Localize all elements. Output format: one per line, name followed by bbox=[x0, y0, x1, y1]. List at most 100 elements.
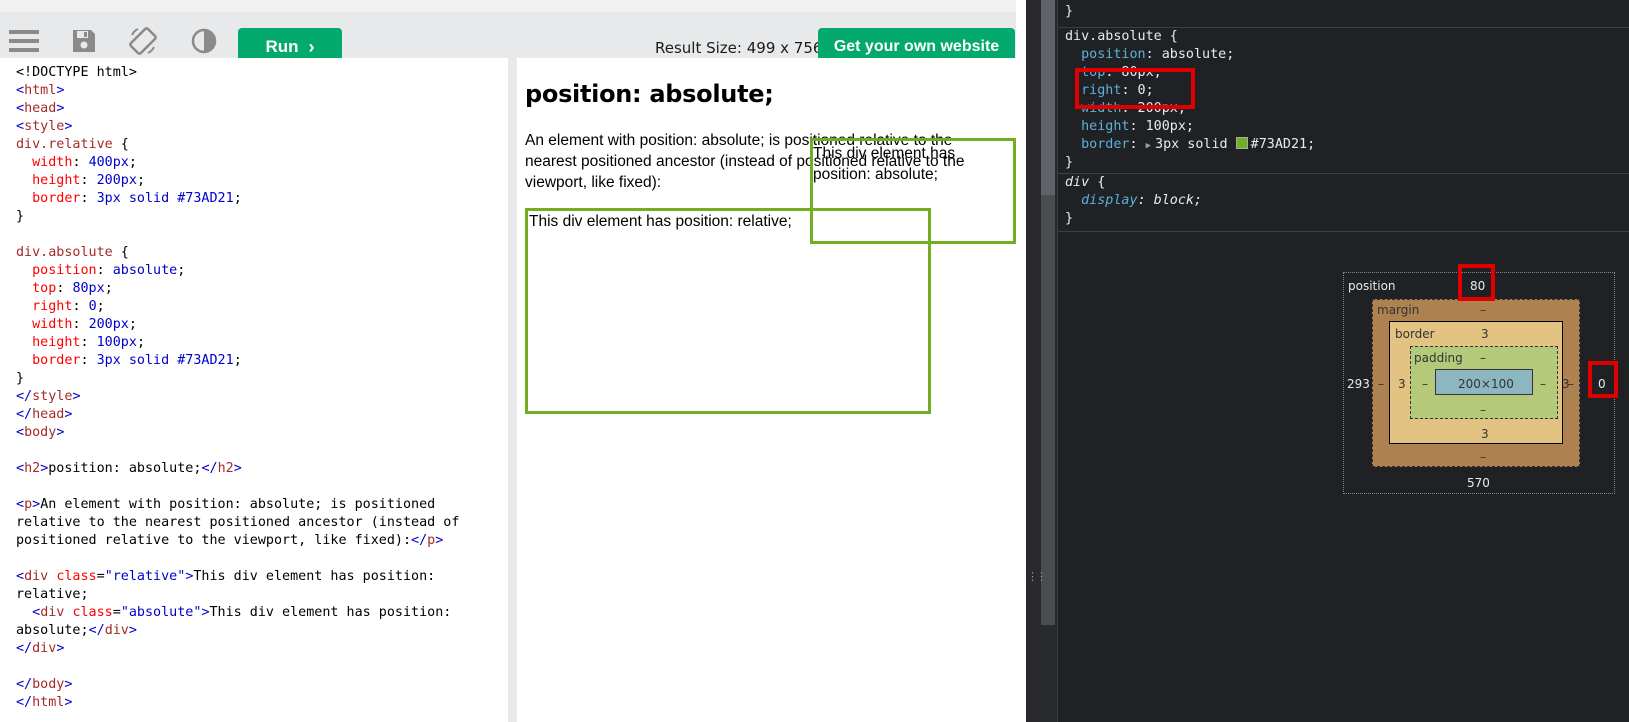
bm-border-bottom[interactable]: 3 bbox=[1481, 427, 1489, 441]
bm-border-right[interactable]: 3 bbox=[1562, 377, 1570, 391]
rotate-icon[interactable] bbox=[126, 24, 160, 58]
style-token: } bbox=[1065, 211, 1074, 226]
bm-padding-right[interactable]: – bbox=[1540, 377, 1546, 391]
code-line: positioned relative to the viewport, lik… bbox=[16, 532, 459, 550]
code-token: </ bbox=[16, 407, 33, 422]
style-rule-line[interactable]: } bbox=[1058, 0, 1629, 28]
code-line: <head> bbox=[16, 100, 459, 118]
code-token: > bbox=[201, 605, 210, 620]
drag-handle-icon[interactable]: ⋮⋮ bbox=[1027, 570, 1047, 583]
save-icon[interactable] bbox=[67, 24, 101, 58]
code-token: </ bbox=[16, 677, 33, 692]
result-heading: position: absolute; bbox=[525, 80, 774, 108]
code-token: ; bbox=[233, 191, 242, 206]
expand-triangle-icon[interactable]: ▶ bbox=[1146, 141, 1151, 151]
bm-margin-left[interactable]: – bbox=[1378, 377, 1384, 391]
code-token: relative; bbox=[16, 587, 89, 602]
style-token: : absolute; bbox=[1145, 47, 1235, 62]
code-token: absolute; bbox=[16, 623, 89, 638]
bm-content-size[interactable]: 200×100 bbox=[1458, 377, 1514, 391]
code-token: style bbox=[24, 119, 65, 134]
code-token: ; bbox=[233, 353, 242, 368]
code-line: relative; bbox=[16, 586, 459, 604]
code-token: </ bbox=[201, 461, 218, 476]
bm-position-label: position bbox=[1348, 279, 1396, 293]
code-token: : bbox=[80, 173, 97, 188]
style-token: } bbox=[1065, 4, 1074, 19]
style-rule-line[interactable]: height: 100px; bbox=[1058, 118, 1629, 136]
style-token bbox=[1065, 137, 1081, 152]
code-token: } bbox=[16, 209, 25, 224]
code-token: 200px bbox=[88, 317, 129, 332]
code-line: </head> bbox=[16, 406, 459, 424]
chevron-right-icon: › bbox=[308, 36, 315, 57]
bm-padding-top[interactable]: – bbox=[1480, 351, 1486, 365]
code-line: </div> bbox=[16, 640, 459, 658]
code-token: < bbox=[16, 569, 25, 584]
code-line: position: absolute; bbox=[16, 262, 459, 280]
style-rule-line[interactable]: display: block; bbox=[1058, 192, 1629, 210]
code-token: 100px bbox=[96, 335, 137, 350]
bm-padding-left[interactable]: – bbox=[1422, 377, 1428, 391]
bm-position-left[interactable]: 293 bbox=[1347, 377, 1370, 391]
code-token: > bbox=[128, 623, 137, 638]
code-token: 80px bbox=[72, 281, 105, 296]
pane-resize-handle[interactable] bbox=[508, 58, 517, 722]
code-line: right: 0; bbox=[16, 298, 459, 316]
code-token: div.relative bbox=[16, 137, 113, 152]
style-token: } bbox=[1065, 155, 1074, 170]
code-line: height: 200px; bbox=[16, 172, 459, 190]
style-rule-line[interactable]: position: absolute; bbox=[1058, 46, 1629, 64]
code-token: 0 bbox=[88, 299, 97, 314]
bm-border-left[interactable]: 3 bbox=[1398, 377, 1406, 391]
code-token: : bbox=[96, 263, 113, 278]
bm-position-bottom[interactable]: 570 bbox=[1467, 476, 1490, 490]
code-token: div bbox=[32, 641, 57, 656]
menu-icon[interactable] bbox=[7, 24, 41, 58]
style-rule-line[interactable]: } bbox=[1058, 154, 1629, 174]
code-token: width bbox=[32, 317, 73, 332]
code-token: html bbox=[32, 695, 65, 710]
code-token: < bbox=[16, 461, 25, 476]
code-line: <div class="relative">This div element h… bbox=[16, 568, 459, 586]
code-token: <!DOCTYPE html> bbox=[16, 65, 137, 80]
bm-border-top[interactable]: 3 bbox=[1481, 327, 1489, 341]
style-rule-line[interactable]: div.absolute { bbox=[1058, 28, 1629, 46]
style-token: border bbox=[1081, 137, 1130, 152]
code-token: style bbox=[32, 389, 73, 404]
highlight-position-top bbox=[1458, 264, 1495, 301]
absolute-div-text: This div element has position: absolute; bbox=[813, 145, 956, 183]
scrollbar-track[interactable] bbox=[1041, 195, 1055, 625]
code-token: head bbox=[24, 101, 57, 116]
code-token: ; bbox=[136, 173, 145, 188]
bm-padding-bottom[interactable]: – bbox=[1480, 403, 1486, 417]
code-token: right bbox=[32, 299, 73, 314]
color-swatch-icon[interactable] bbox=[1235, 137, 1248, 149]
style-rule-line[interactable]: } bbox=[1058, 210, 1629, 232]
style-rule-line[interactable]: div { bbox=[1058, 174, 1629, 192]
code-line: } bbox=[16, 208, 459, 226]
style-rule-line[interactable]: border: ▶ 3px solid #73AD21; bbox=[1058, 136, 1629, 154]
contrast-icon[interactable] bbox=[187, 24, 221, 58]
code-editor[interactable]: <!DOCTYPE html> < html > <head> < style > div.re… bbox=[8, 58, 508, 722]
code-token: div.absolute bbox=[16, 245, 113, 260]
code-token: < bbox=[32, 605, 41, 620]
bm-margin-bottom[interactable]: – bbox=[1480, 450, 1486, 464]
highlight-top-right-rules bbox=[1075, 68, 1195, 109]
code-token: = bbox=[112, 605, 121, 620]
code-token: ; bbox=[177, 263, 186, 278]
code-token: border bbox=[32, 353, 81, 368]
bm-margin-top[interactable]: – bbox=[1480, 303, 1486, 317]
code-line: <p>An element with position: absolute; i… bbox=[16, 496, 459, 514]
scrollbar-thumb[interactable] bbox=[1041, 0, 1055, 195]
code-token: div bbox=[40, 605, 65, 620]
code-token: top bbox=[32, 281, 57, 296]
code-token: < bbox=[16, 497, 25, 512]
